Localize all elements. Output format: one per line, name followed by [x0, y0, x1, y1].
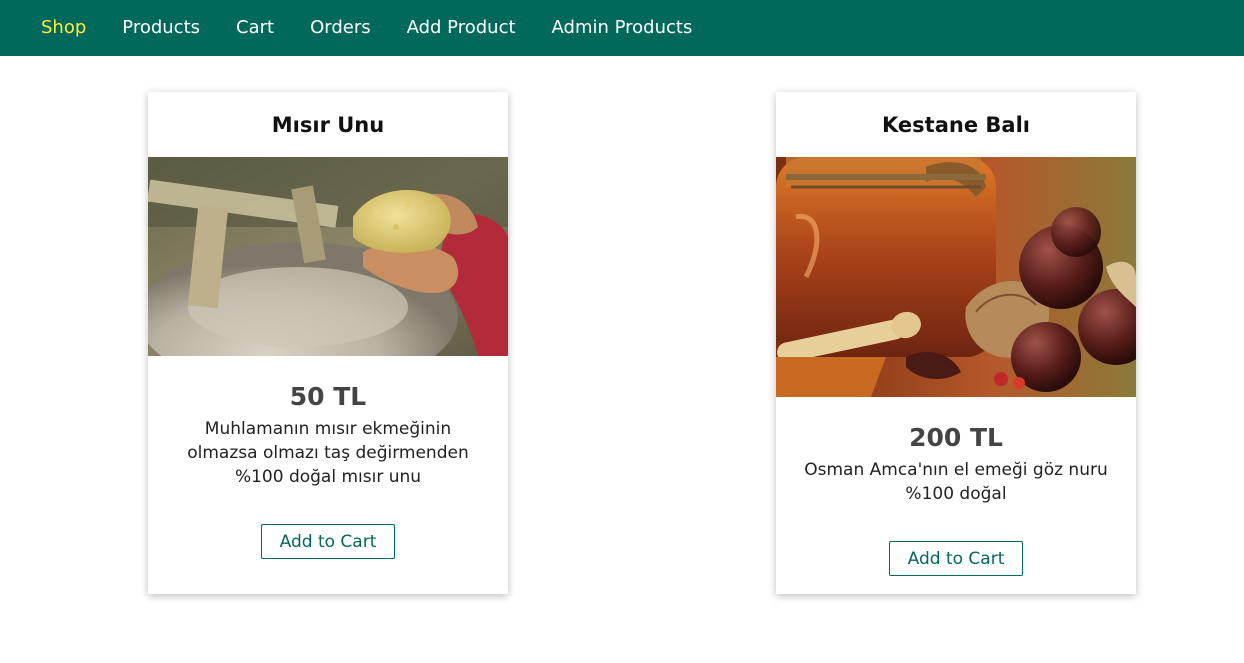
product-title: Mısır Unu [271, 112, 385, 137]
nav-item-cart[interactable]: Cart [218, 0, 292, 56]
product-price: 200 TL [909, 423, 1003, 452]
product-price: 50 TL [289, 382, 367, 411]
nav-item-shop[interactable]: Shop [23, 0, 104, 56]
product-card: Mısır Unu 50 TL Muhlamanın mısır ekmeğin… [148, 92, 508, 594]
nav-item-add-product[interactable]: Add Product [389, 0, 534, 56]
main-nav: Shop Products Cart Orders Add Product Ad… [23, 0, 710, 56]
product-image [148, 157, 508, 356]
product-image [776, 157, 1136, 397]
nav-item-orders[interactable]: Orders [292, 0, 389, 56]
product-card: Kestane Balı 200 TL Osman Amca'nın el em… [776, 92, 1136, 594]
nav-item-admin-products[interactable]: Admin Products [534, 0, 711, 56]
product-title: Kestane Balı [882, 112, 1030, 137]
add-to-cart-button[interactable]: Add to Cart [261, 524, 395, 559]
product-description: Osman Amca'nın el emeği göz nuru %100 do… [804, 460, 1108, 504]
add-to-cart-button[interactable]: Add to Cart [889, 541, 1023, 576]
nav-item-products[interactable]: Products [104, 0, 218, 56]
top-navbar: Shop Products Cart Orders Add Product Ad… [0, 0, 1244, 56]
corn-flour-photo [148, 157, 508, 356]
product-description: Muhlamanın mısır ekmeğinin olmazsa olmaz… [187, 419, 469, 487]
chestnut-honey-photo [776, 157, 1136, 397]
